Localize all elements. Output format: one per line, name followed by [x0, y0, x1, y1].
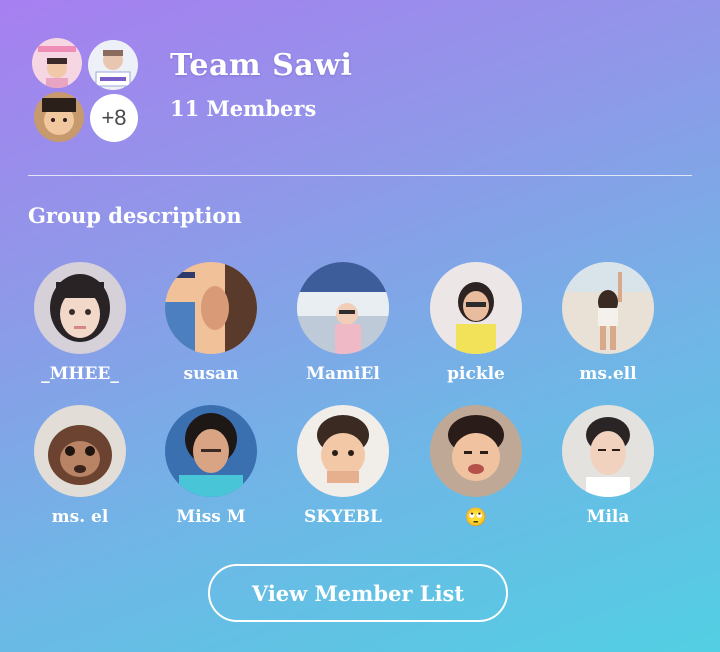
member-item[interactable]: ms. el [20, 405, 140, 527]
member-item[interactable]: SKYEBL [283, 405, 403, 527]
member-item[interactable]: 🙄 [416, 405, 536, 528]
member-name: Miss M [176, 507, 246, 527]
divider [28, 175, 692, 176]
member-count: 11 Members [170, 96, 317, 121]
view-member-list-button[interactable]: View Member List [208, 564, 508, 622]
member-avatar-cluster[interactable]: +8 [32, 38, 140, 146]
member-name: ms. el [51, 507, 109, 527]
member-avatar [165, 262, 257, 354]
avatar [88, 40, 138, 90]
more-members-badge[interactable]: +8 [90, 94, 138, 142]
member-avatar [430, 405, 522, 497]
member-name: SKYEBL [303, 507, 382, 527]
member-item[interactable]: Mila [548, 405, 668, 527]
member-item[interactable]: MamiEl [283, 262, 403, 384]
member-avatar [562, 262, 654, 354]
member-item[interactable]: Miss M [151, 405, 271, 527]
member-name: ms.ell [579, 364, 637, 384]
group-description-heading: Group description [28, 203, 242, 228]
member-name: susan [183, 364, 239, 384]
member-avatar [562, 405, 654, 497]
member-item[interactable]: ms.ell [548, 262, 668, 384]
member-name: 🙄 [464, 507, 488, 528]
member-name: pickle [447, 364, 505, 384]
member-item[interactable]: _MHEE_ [20, 262, 140, 384]
avatar [32, 38, 82, 88]
member-avatar [34, 405, 126, 497]
member-avatar [430, 262, 522, 354]
member-name: MamiEl [306, 364, 380, 384]
avatar [34, 92, 84, 142]
group-name: Team Sawi [170, 48, 353, 83]
member-avatar [165, 405, 257, 497]
member-name: _MHEE_ [41, 364, 119, 384]
group-info-screen: +8 Team Sawi 11 Members Group descriptio… [0, 0, 720, 652]
member-item[interactable]: susan [151, 262, 271, 384]
member-avatar [297, 262, 389, 354]
member-item[interactable]: pickle [416, 262, 536, 384]
member-name: Mila [586, 507, 630, 527]
member-avatar [297, 405, 389, 497]
member-avatar [34, 262, 126, 354]
